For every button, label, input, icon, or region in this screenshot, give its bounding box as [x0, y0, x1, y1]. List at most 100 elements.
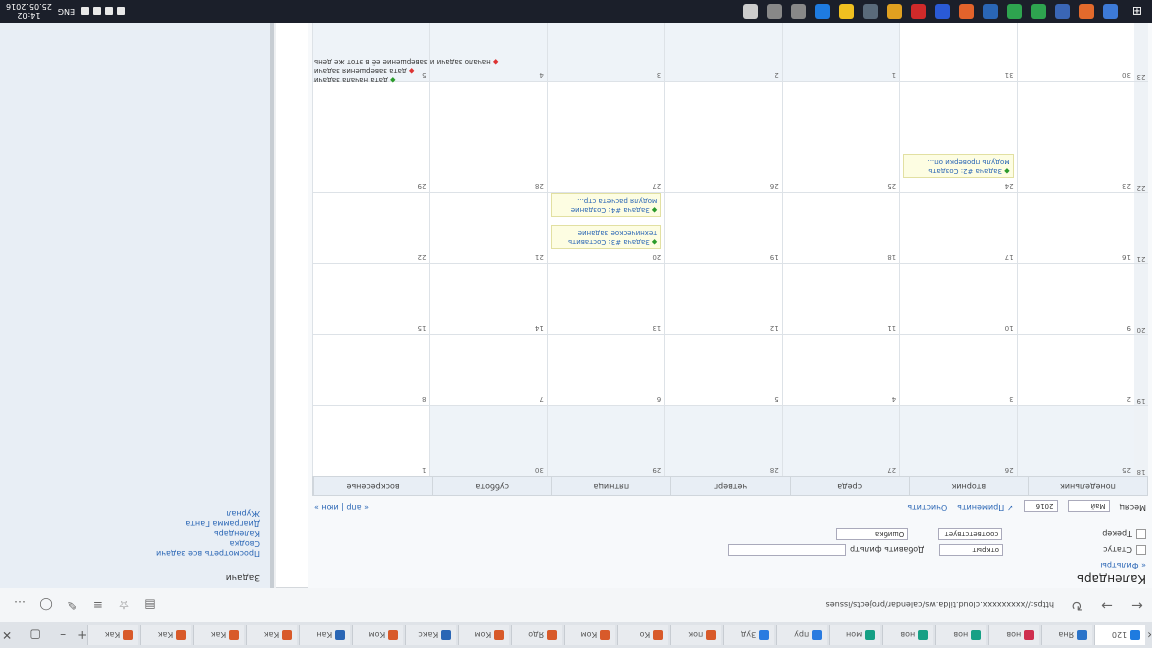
calendar-day[interactable]: 25	[1016, 405, 1134, 476]
issue-link[interactable]: Задача #4: Создание модуля расчета стр..…	[571, 197, 658, 214]
browser-tab[interactable]: Ко	[617, 625, 669, 645]
calendar-day[interactable]: 24 ◆ Задача #2: Создать модуль проверки о…	[899, 81, 1017, 192]
taskbar-app-icon[interactable]	[935, 4, 950, 19]
browser-tab[interactable]: Ком	[564, 625, 616, 645]
calendar-day[interactable]: 13	[546, 263, 665, 334]
clear-button[interactable]: Очистить	[907, 500, 947, 512]
sidebar-link[interactable]: Сводка	[156, 539, 260, 548]
calendar-day[interactable]: 23	[1016, 81, 1134, 192]
browser-tab[interactable]: Ком	[352, 625, 404, 645]
arrow-right-icon[interactable]: →	[1092, 597, 1122, 613]
calendar-day[interactable]: 15	[312, 263, 430, 334]
calendar-day[interactable]: 4	[781, 334, 900, 405]
add-filter-select[interactable]	[728, 544, 846, 556]
calendar-day[interactable]: 22	[312, 192, 430, 263]
maximize-icon[interactable]: ▢	[21, 628, 49, 642]
calendar-day[interactable]: 29	[312, 81, 430, 192]
calendar-day[interactable]: 25	[781, 81, 900, 192]
calendar-day[interactable]: 1	[312, 405, 430, 476]
taskbar-app-icon[interactable]	[1055, 4, 1070, 19]
prev-month-link[interactable]: « апр	[346, 503, 369, 512]
calendar-day[interactable]: 17	[899, 192, 1017, 263]
calendar-day[interactable]: 9	[1016, 263, 1134, 334]
issue-link[interactable]: Задача #3: Составить техническое задание	[568, 229, 657, 246]
calendar-day[interactable]: 6	[546, 334, 665, 405]
browser-tab[interactable]: Яна	[1041, 625, 1093, 645]
taskbar-app-icon[interactable]	[767, 4, 782, 19]
browser-tab[interactable]: нов	[882, 625, 934, 645]
browser-tab[interactable]: пру	[776, 625, 828, 645]
share-icon[interactable]: ◯	[36, 598, 56, 612]
taskbar-app-icon[interactable]	[887, 4, 902, 19]
calendar-issue[interactable]: ◆ Задача #3: Составить техническое задан…	[550, 225, 662, 249]
apply-button[interactable]: ✓ Применить	[957, 500, 1013, 512]
taskbar-app-icon[interactable]	[1103, 4, 1118, 19]
tab-scroll-icon[interactable]: ‹	[1147, 628, 1152, 642]
hub-icon[interactable]: ≡	[88, 598, 108, 612]
calendar-day[interactable]: 11	[781, 263, 900, 334]
browser-tab[interactable]: Кан	[299, 625, 351, 645]
calendar-day[interactable]: 26	[899, 405, 1017, 476]
browser-tab[interactable]: Ядо	[511, 625, 563, 645]
calendar-day[interactable]: 21	[429, 192, 547, 263]
reading-view-icon[interactable]: ▤	[140, 598, 160, 612]
taskbar-app-icon[interactable]	[1031, 4, 1046, 19]
close-icon[interactable]: ✕	[0, 628, 21, 642]
calendar-day[interactable]: 27	[546, 81, 665, 192]
taskbar-app-icon[interactable]	[1079, 4, 1094, 19]
windows-start-icon[interactable]: ⊞	[1122, 5, 1152, 19]
browser-tab[interactable]: мон	[829, 625, 881, 645]
tray-volume-icon[interactable]	[105, 7, 114, 16]
taskbar-app-icon[interactable]	[983, 4, 998, 19]
browser-tab[interactable]: пок	[670, 625, 722, 645]
filters-toggle[interactable]: « Фильтры	[1101, 561, 1146, 570]
status-operator-select[interactable]: открыт	[939, 544, 1004, 556]
sidebar-link[interactable]: Журнал	[156, 509, 260, 518]
browser-tab[interactable]: Как	[246, 625, 298, 645]
calendar-day[interactable]: 29	[546, 405, 665, 476]
sidebar-link[interactable]: Календарь	[156, 529, 260, 538]
calendar-day[interactable]: 16	[1016, 192, 1134, 263]
tray-battery-icon[interactable]	[93, 7, 102, 16]
calendar-day[interactable]: 10	[899, 263, 1017, 334]
tracker-value-select[interactable]: Ошибка	[836, 528, 909, 540]
browser-tab[interactable]: Как	[140, 625, 192, 645]
next-month-link[interactable]: июн »	[314, 503, 339, 512]
minimize-icon[interactable]: –	[49, 628, 77, 642]
calendar-day[interactable]: 20 ◆ Задача #3: Составить техническое зад…	[546, 161, 665, 263]
calendar-day[interactable]: 3	[899, 334, 1017, 405]
browser-tab[interactable]: нов	[935, 625, 987, 645]
browser-tab[interactable]: Ком	[458, 625, 510, 645]
arrow-left-icon[interactable]: ←	[1122, 597, 1152, 613]
star-icon[interactable]: ☆	[114, 598, 134, 612]
url-field[interactable]: https://xxxxxxxxx.cloud.tilda.ws/calenda…	[494, 595, 1054, 615]
tray-network-icon[interactable]	[117, 7, 126, 16]
status-checkbox[interactable]	[1136, 545, 1146, 555]
tracker-operator-select[interactable]: соответствует	[938, 528, 1003, 540]
calendar-day[interactable]: 18	[781, 192, 900, 263]
calendar-day[interactable]: 27	[781, 405, 900, 476]
sidebar-link[interactable]: Просмотреть все задачи	[156, 549, 260, 558]
calendar-day[interactable]: 8	[312, 334, 430, 405]
year-select[interactable]: 2016	[1023, 500, 1058, 512]
taskbar-app-icon[interactable]	[911, 4, 926, 19]
taskbar-app-icon[interactable]	[815, 4, 830, 19]
sidebar-link[interactable]: Диаграмма Ганта	[156, 519, 260, 528]
browser-tab[interactable]: Как	[193, 625, 245, 645]
calendar-day[interactable]: 7	[429, 334, 547, 405]
calendar-issue[interactable]: ◆ Задача #4: Создание модуля расчета стр…	[550, 193, 662, 217]
pen-icon[interactable]: ✎	[62, 598, 82, 612]
browser-tab[interactable]: 120	[1094, 625, 1146, 645]
more-icon[interactable]: …	[10, 598, 30, 612]
taskbar-app-icon[interactable]	[959, 4, 974, 19]
calendar-day[interactable]: 5	[664, 334, 782, 405]
browser-tab[interactable]: Зуд	[723, 625, 775, 645]
calendar-issue[interactable]: ◆ Задача #2: Создать модуль проверки оп.…	[903, 154, 1014, 178]
issue-link[interactable]: Задача #2: Создать модуль проверки оп...	[927, 158, 1009, 175]
taskbar-app-icon[interactable]	[839, 4, 854, 19]
taskbar-app-icon[interactable]	[863, 4, 878, 19]
tray-notify-icon[interactable]	[81, 7, 90, 16]
taskbar-app-icon[interactable]	[791, 4, 806, 19]
calendar-day[interactable]: 12	[664, 263, 782, 334]
calendar-day[interactable]: 26	[664, 81, 782, 192]
